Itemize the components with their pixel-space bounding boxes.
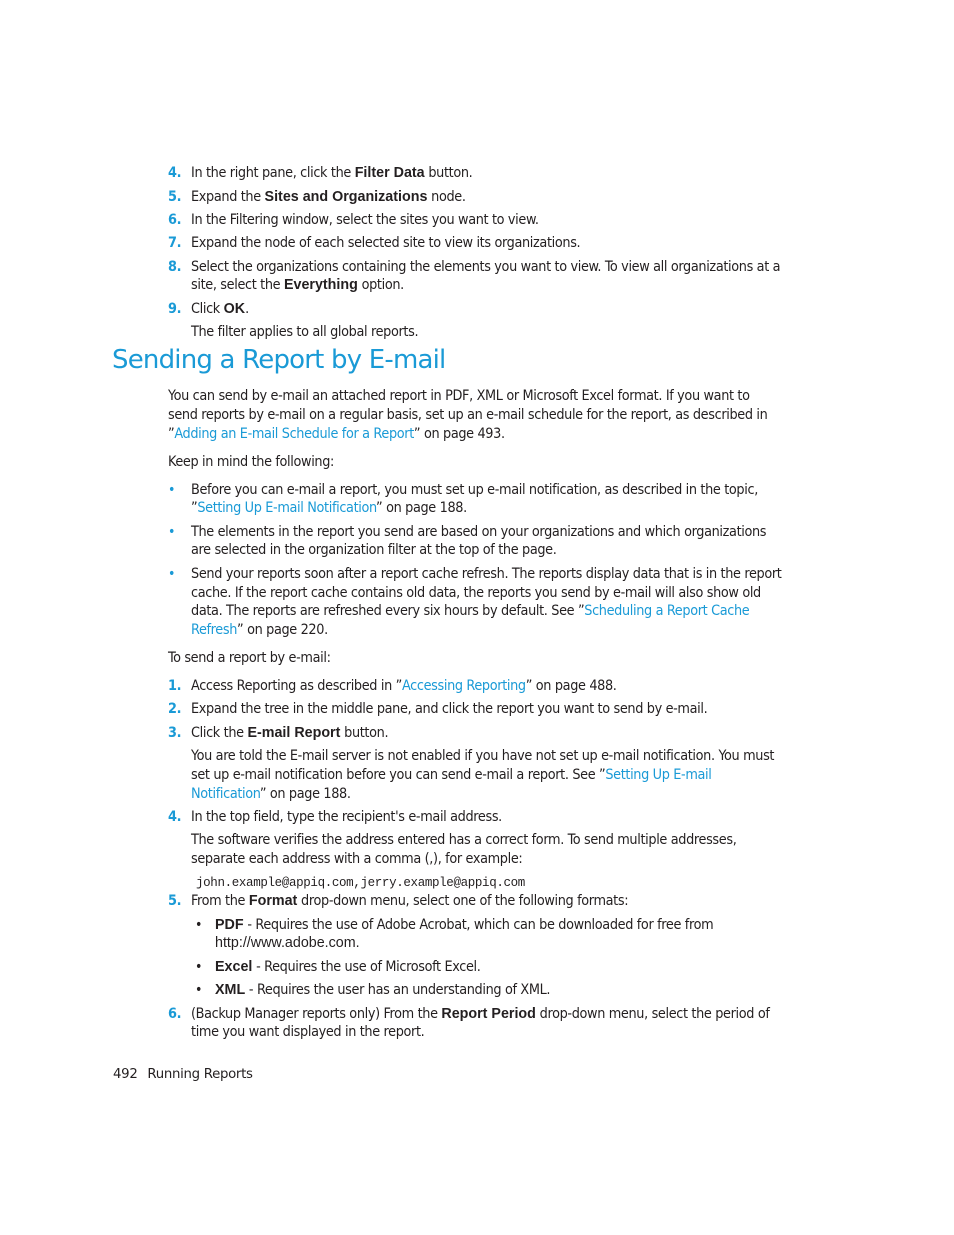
link-accessing-reporting[interactable]: Accessing Reporting bbox=[402, 678, 526, 694]
step-number: 4. bbox=[168, 809, 182, 825]
step-number: 6. bbox=[168, 1006, 182, 1022]
format-name: XML bbox=[215, 982, 246, 998]
step-note: set up e-mail notification before you ca… bbox=[191, 767, 606, 783]
step-number: 2. bbox=[168, 701, 182, 717]
step-text: ” on page 488. bbox=[525, 678, 617, 694]
step-note: The filter applies to all global reports… bbox=[191, 324, 419, 340]
code-example: john.example@appiq.com,jerry.example@app… bbox=[196, 876, 525, 890]
paragraph-line: You can send by e-mail an attached repor… bbox=[168, 388, 750, 404]
step-text: button. bbox=[340, 725, 389, 741]
step-text: time you want displayed in the report. bbox=[191, 1024, 425, 1040]
bullet-icon: • bbox=[195, 982, 203, 998]
step-number: 6. bbox=[168, 212, 182, 228]
step-note: You are told the E-mail server is not en… bbox=[191, 748, 775, 764]
step-text: In the Filtering window, select the site… bbox=[191, 212, 539, 228]
step-text: Expand the bbox=[191, 189, 265, 205]
format-name: PDF bbox=[215, 917, 244, 933]
step-number: 7. bbox=[168, 235, 182, 251]
step-number: 8. bbox=[168, 259, 182, 275]
step-note: The software verifies the address entere… bbox=[191, 832, 737, 848]
ui-term: Report Period bbox=[441, 1006, 536, 1022]
step-text: Expand the tree in the middle pane, and … bbox=[191, 701, 708, 717]
link-notification[interactable]: Notification bbox=[191, 786, 260, 802]
procedure-intro: To send a report by e-mail: bbox=[168, 650, 331, 666]
chapter-title: Running Reports bbox=[147, 1067, 253, 1082]
step-text: Click the bbox=[191, 725, 248, 741]
link-setting-up-email-notification[interactable]: Setting Up E-mail Notification bbox=[197, 500, 376, 516]
step-text: . bbox=[245, 301, 249, 317]
bullet-text: Before you can e-mail a report, you must… bbox=[191, 482, 758, 498]
step-text: drop-down menu, select one of the follow… bbox=[297, 893, 629, 909]
link-adding-email-schedule[interactable]: Adding an E-mail Schedule for a Report bbox=[174, 426, 414, 442]
adobe-url: http://www.adobe.com. bbox=[215, 935, 360, 951]
bullet-text: are selected in the organization filter … bbox=[191, 542, 557, 558]
step-text: Click bbox=[191, 301, 224, 317]
bullet-text: cache. If the report cache contains old … bbox=[191, 585, 761, 601]
bullet-text: The elements in the report you send are … bbox=[191, 524, 767, 540]
page-number: 492 bbox=[113, 1067, 138, 1082]
step-text: Expand the node of each selected site to… bbox=[191, 235, 581, 251]
bullet-icon: • bbox=[168, 566, 176, 582]
bullet-text: Send your reports soon after a report ca… bbox=[191, 566, 782, 582]
step-text: option. bbox=[357, 277, 405, 293]
step-number: 1. bbox=[168, 678, 182, 694]
link-scheduling-report-cache-refresh-cont[interactable]: Refresh bbox=[191, 622, 237, 638]
paragraph-text: ” on page 493. bbox=[413, 426, 505, 442]
step-text: node. bbox=[427, 189, 466, 205]
link-setting-up-email[interactable]: Setting Up E-mail bbox=[605, 767, 712, 783]
page-footer: 492 Running Reports bbox=[113, 1067, 253, 1082]
step-note: separate each address with a comma (,), … bbox=[191, 851, 523, 867]
bullet-text: ” on page 188. bbox=[376, 500, 467, 516]
step-number: 9. bbox=[168, 301, 182, 317]
step-note: ” on page 188. bbox=[259, 786, 351, 802]
step-text: In the right pane, click the bbox=[191, 165, 355, 181]
bullet-text: ” on page 220. bbox=[237, 622, 328, 638]
ui-term: OK bbox=[223, 301, 246, 317]
ui-term: Format bbox=[248, 893, 298, 909]
ui-term: Sites and Organizations bbox=[264, 189, 428, 205]
format-desc: - Requires the use of Adobe Acrobat, whi… bbox=[243, 917, 714, 933]
ui-term: Everything bbox=[283, 277, 358, 293]
step-number: 3. bbox=[168, 725, 182, 741]
step-text: Access Reporting as described in ” bbox=[191, 678, 402, 694]
format-desc: - Requires the user has an understanding… bbox=[245, 982, 551, 998]
step-text: Select the organizations containing the … bbox=[191, 259, 781, 275]
bullet-text: data. The reports are refreshed every si… bbox=[191, 603, 585, 619]
bullet-icon: • bbox=[195, 917, 203, 933]
step-text: In the top field, type the recipient's e… bbox=[191, 809, 502, 825]
format-name: Excel bbox=[215, 959, 253, 975]
keep-in-mind: Keep in mind the following: bbox=[168, 454, 335, 470]
step-text: button. bbox=[424, 165, 473, 181]
step-number: 5. bbox=[168, 189, 182, 205]
section-heading: Sending a Report by E-mail bbox=[112, 345, 446, 375]
step-text: (Backup Manager reports only) From the bbox=[191, 1006, 442, 1022]
step-text: drop-down menu, select the period of bbox=[535, 1006, 770, 1022]
ui-term: Filter Data bbox=[354, 165, 425, 181]
link-scheduling-report-cache-refresh[interactable]: Scheduling a Report Cache bbox=[584, 603, 749, 619]
step-text: From the bbox=[191, 893, 249, 909]
bullet-icon: • bbox=[168, 482, 176, 498]
bullet-icon: • bbox=[168, 524, 176, 540]
ui-term: E-mail Report bbox=[247, 725, 341, 741]
step-number: 5. bbox=[168, 893, 182, 909]
format-desc: - Requires the use of Microsoft Excel. bbox=[252, 959, 481, 975]
paragraph-line: send reports by e-mail on a regular basi… bbox=[168, 407, 768, 423]
bullet-icon: • bbox=[195, 959, 203, 975]
step-number: 4. bbox=[168, 165, 182, 181]
step-text: site, select the bbox=[191, 277, 284, 293]
